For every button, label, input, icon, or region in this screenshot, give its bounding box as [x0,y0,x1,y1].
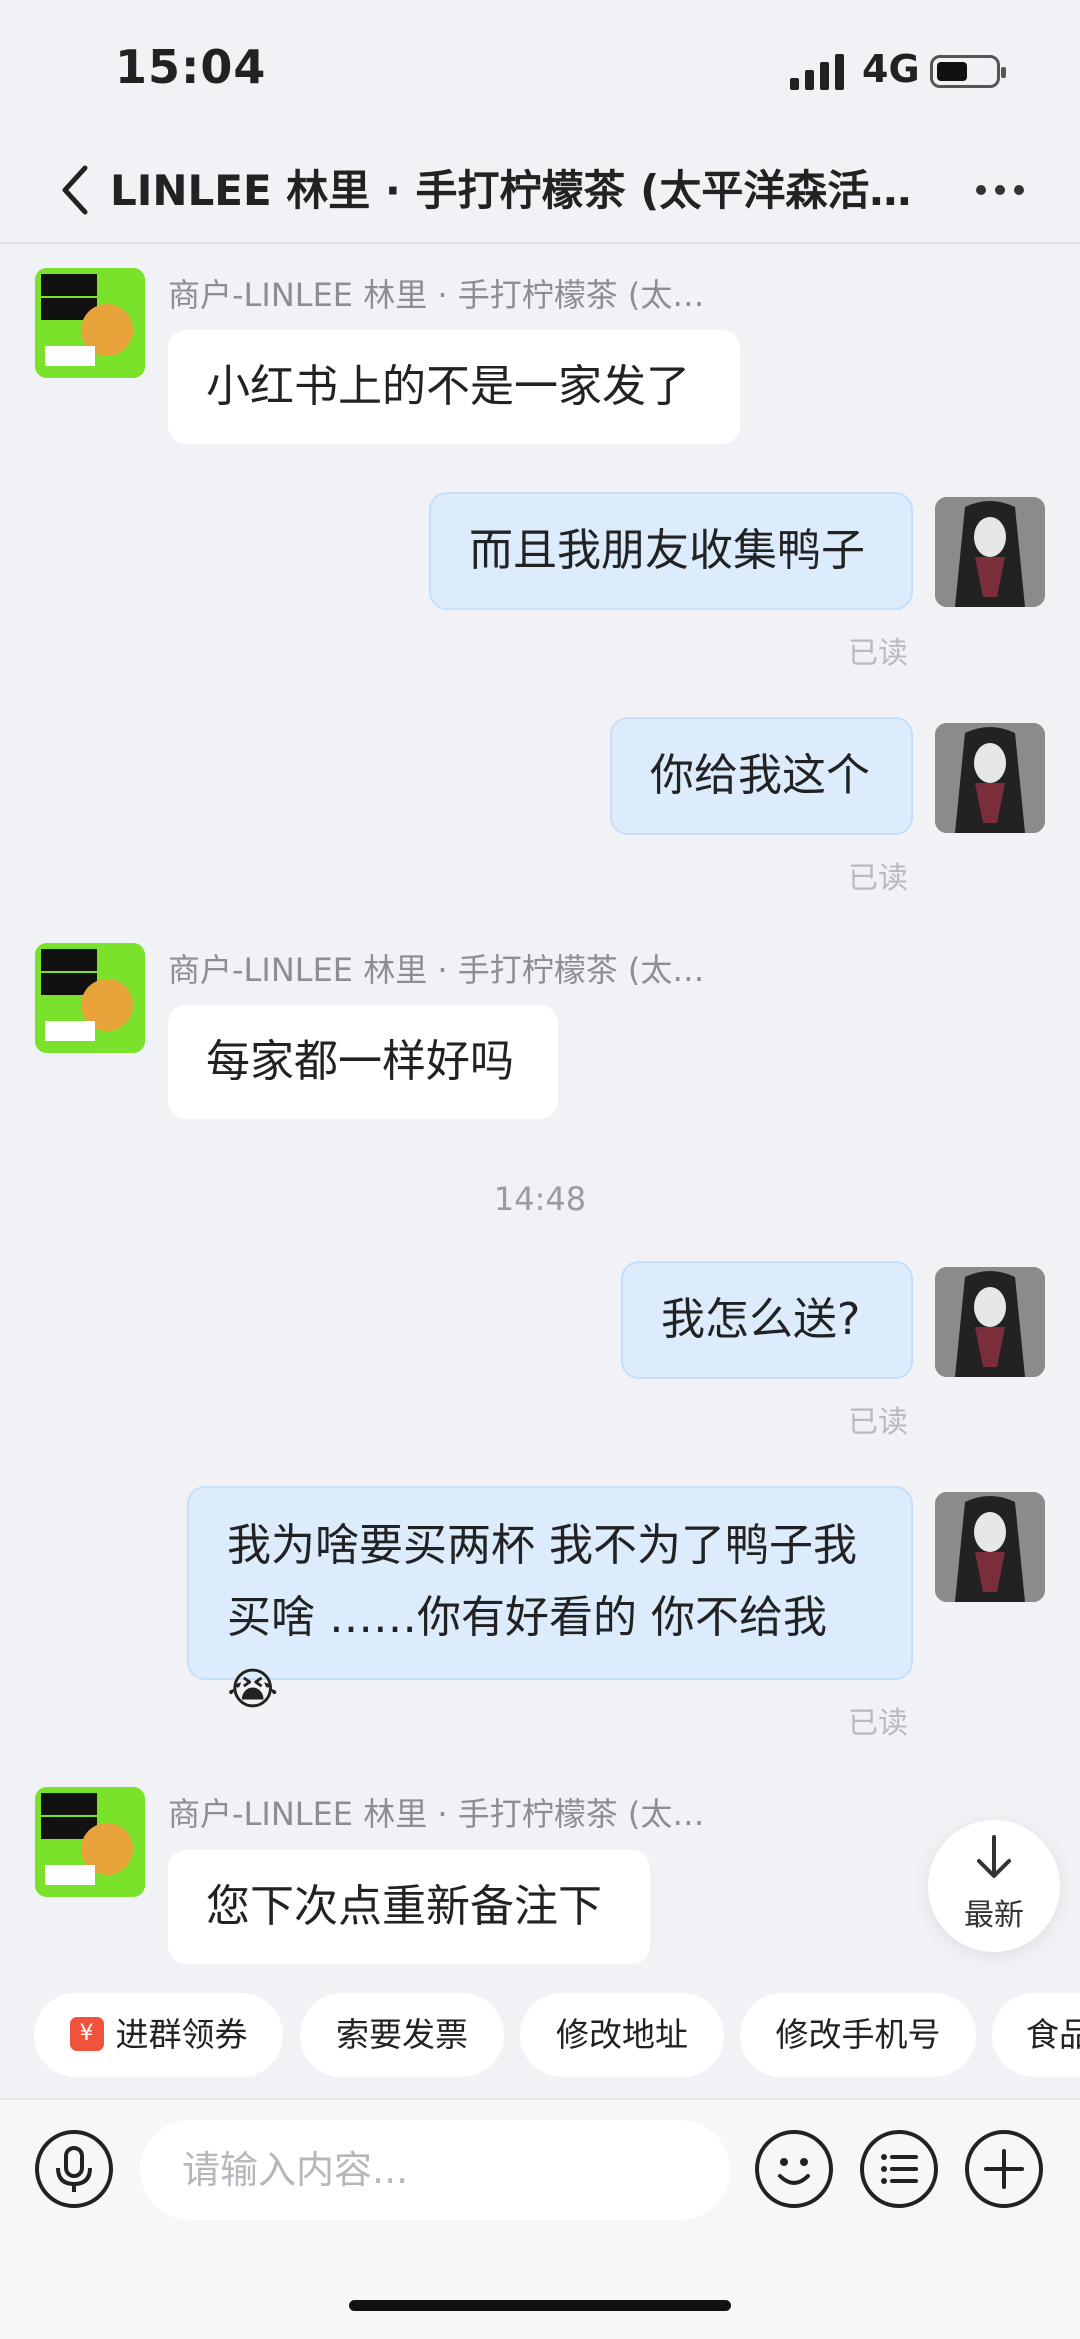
coupon-icon: ¥ [69,2016,104,2051]
chip-label: 修改地址 [556,2015,688,2054]
sender-name: 商户-LINLEE 林里 · 手打柠檬茶 (太… [168,1795,705,1833]
read-receipt: 已读 [848,1405,908,1440]
outgoing-message[interactable]: 你给我这个 [610,717,913,835]
add-button[interactable] [965,2130,1043,2208]
merchant-avatar[interactable] [35,943,145,1053]
sender-name: 商户-LINLEE 林里 · 手打柠檬茶 (太… [168,951,705,989]
network-type: 4G [862,47,920,91]
signal-icon [790,54,844,90]
chat-header: LINLEE 林里 · 手打柠檬茶 (太平洋森活… [0,140,1080,244]
message-line: 我为啥要买两杯 我不为了鸭子我 [227,1520,857,1571]
user-avatar[interactable] [935,723,1045,833]
timestamp: 14:48 [493,1180,587,1218]
arrow-down-icon [977,1835,1011,1878]
menu-list-icon [881,2154,918,2184]
chip-join-group-coupon[interactable]: ¥ 进群领券 [34,1993,283,2077]
read-receipt: 已读 [848,1706,908,1741]
chip-change-address[interactable]: 修改地址 [520,1993,724,2077]
menu-button[interactable] [860,2130,938,2208]
emoji-button[interactable] [755,2130,833,2208]
user-avatar[interactable] [935,1267,1045,1377]
chip-food[interactable]: 食品 [992,1993,1080,2077]
incoming-message[interactable]: 每家都一样好吗 [168,1005,558,1119]
user-avatar[interactable] [935,1492,1045,1602]
outgoing-message[interactable]: 我为啥要买两杯 我不为了鸭子我 买啥 ……你有好看的 你不给我😭 [187,1486,913,1715]
scroll-to-newest-button[interactable]: 最新 [928,1820,1060,1952]
chip-change-phone[interactable]: 修改手机号 [740,1993,976,2077]
chat-title: LINLEE 林里 · 手打柠檬茶 (太平洋森活… [110,166,912,215]
more-icon[interactable] [975,180,1025,200]
home-indicator[interactable] [349,2300,731,2311]
message-input[interactable]: 请输入内容... [140,2120,730,2220]
chip-label: 食品 [1026,2015,1080,2054]
outgoing-message[interactable]: 而且我朋友收集鸭子 [429,492,913,610]
merchant-avatar[interactable] [35,268,145,378]
voice-button[interactable] [35,2130,113,2208]
plus-icon [984,2149,1024,2189]
message-line: 买啥 ……你有好看的 你不给我😭 [227,1592,827,1715]
incoming-message[interactable]: 您下次点重新备注下 [168,1850,650,1964]
chip-label: 进群领券 [115,2015,248,2054]
chip-request-invoice[interactable]: 索要发票 [300,1993,504,2077]
read-receipt: 已读 [848,861,908,896]
sender-name: 商户-LINLEE 林里 · 手打柠檬茶 (太… [168,276,705,314]
status-time: 15:04 [115,40,267,94]
newest-label: 最新 [964,1898,1024,1933]
incoming-message[interactable]: 小红书上的不是一家发了 [168,330,740,444]
back-icon[interactable] [55,160,95,220]
battery-icon [930,55,1006,88]
read-receipt: 已读 [848,636,908,671]
user-avatar[interactable] [935,497,1045,607]
emoji-icon [778,2158,810,2185]
merchant-avatar[interactable] [35,1787,145,1897]
chip-label: 修改手机号 [775,2015,941,2054]
status-bar: 15:04 4G [0,0,1080,140]
chip-label: 索要发票 [336,2015,468,2054]
microphone-icon [56,2146,92,2192]
outgoing-message[interactable]: 我怎么送? [621,1261,913,1379]
